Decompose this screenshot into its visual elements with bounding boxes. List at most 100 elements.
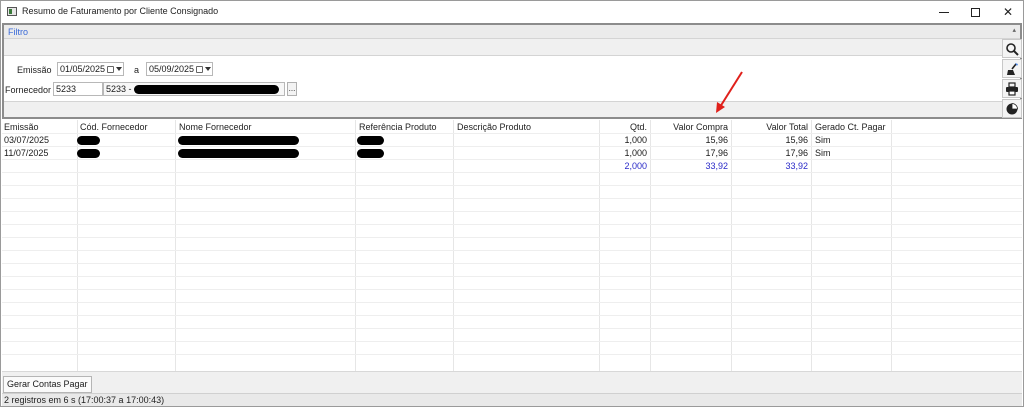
table-cell-gerado[interactable]: Sim (815, 135, 831, 145)
total-valor-compra: 33,92 (705, 161, 728, 171)
search-icon (1006, 42, 1019, 56)
fornecedor-code-value: 5233 (56, 84, 77, 94)
column-header-emissao[interactable]: Emissão (4, 122, 39, 132)
redacted-cod-fornecedor (77, 136, 100, 145)
fornecedor-name-field: 5233 - (103, 82, 285, 96)
app-window: Resumo de Faturamento por Cliente Consig… (0, 0, 1024, 407)
date-to-field[interactable]: 05/09/2025 (146, 62, 213, 76)
column-header-valor-total[interactable]: Valor Total (732, 122, 808, 132)
column-divider (77, 120, 78, 371)
filter-footer (4, 101, 1020, 117)
side-toolbar (1002, 39, 1022, 121)
redacted-nome-fornecedor (178, 136, 299, 145)
row-divider (2, 211, 1022, 212)
row-divider (2, 263, 1022, 264)
results-grid: Emissão Cód. Fornecedor Nome Fornecedor … (2, 120, 1022, 371)
table-cell-valor-compra[interactable]: 15,96 (651, 135, 728, 145)
action-bar: Gerar Contas Pagar (2, 371, 1022, 393)
row-divider (2, 302, 1022, 303)
fornecedor-label: Fornecedor (5, 85, 52, 95)
date-to-value: 05/09/2025 (149, 64, 195, 74)
redacted-cod-fornecedor (77, 149, 100, 158)
close-button[interactable]: ✕ (991, 1, 1024, 23)
filter-header[interactable]: Filtro ▴ (4, 25, 1020, 39)
row-divider (2, 276, 1022, 277)
row-divider (2, 237, 1022, 238)
gerar-contas-pagar-button[interactable]: Gerar Contas Pagar (3, 376, 92, 393)
row-divider (2, 224, 1022, 225)
column-header-qtd[interactable]: Qtd. (600, 122, 647, 132)
chevron-down-icon[interactable] (116, 67, 122, 71)
column-header-gerado-ct-pagar[interactable]: Gerado Ct. Pagar (815, 122, 886, 132)
filter-strip (4, 39, 1020, 56)
fornecedor-lookup-button[interactable]: ... (287, 82, 297, 96)
minimize-icon (939, 11, 949, 13)
column-header-cod-fornecedor[interactable]: Cód. Fornecedor (80, 122, 148, 132)
row-divider (2, 315, 1022, 316)
column-header-valor-compra[interactable]: Valor Compra (651, 122, 728, 132)
table-cell-valor-total[interactable]: 17,96 (732, 148, 808, 158)
row-divider (2, 341, 1022, 342)
table-cell-qtd[interactable]: 1,000 (600, 148, 647, 158)
column-divider (453, 120, 454, 371)
date-separator: a (134, 65, 140, 75)
table-cell-valor-total[interactable]: 15,96 (732, 135, 808, 145)
maximize-button[interactable] (958, 1, 992, 23)
emissao-label: Emissão (17, 65, 52, 75)
row-divider (2, 289, 1022, 290)
window-title: Resumo de Faturamento por Cliente Consig… (22, 6, 219, 16)
print-button[interactable] (1002, 79, 1022, 98)
row-divider (2, 159, 1022, 160)
column-header-nome-fornecedor[interactable]: Nome Fornecedor (179, 122, 252, 132)
total-qtd: 2,000 (624, 161, 647, 171)
app-icon (7, 7, 17, 16)
redacted-referencia-produto (357, 136, 384, 145)
date-from-field[interactable]: 01/05/2025 (57, 62, 124, 76)
redacted-nome-fornecedor (178, 149, 299, 158)
row-divider (2, 133, 1022, 134)
column-divider (811, 120, 812, 371)
chevron-down-icon[interactable] (205, 67, 211, 71)
row-divider (2, 146, 1022, 147)
annotation-arrow-icon (716, 71, 743, 113)
row-divider (2, 354, 1022, 355)
clear-filter-button[interactable] (1002, 59, 1022, 78)
row-divider (2, 198, 1022, 199)
row-divider (2, 172, 1022, 173)
column-header-descricao-produto[interactable]: Descrição Produto (457, 122, 531, 132)
pie-chart-icon (1006, 102, 1018, 114)
calendar-icon[interactable] (107, 66, 114, 73)
filter-header-label: Filtro (8, 27, 28, 37)
redacted-fornecedor-name (134, 85, 279, 94)
clear-filter-icon (1007, 62, 1018, 75)
column-divider (175, 120, 176, 371)
row-divider (2, 250, 1022, 251)
table-cell-qtd[interactable]: 1,000 (600, 135, 647, 145)
minimize-button[interactable] (927, 1, 961, 23)
search-button[interactable] (1002, 39, 1022, 58)
calendar-icon[interactable] (196, 66, 203, 73)
row-divider (2, 328, 1022, 329)
status-text: 2 registros em 6 s (17:00:37 a 17:00:43) (4, 395, 165, 405)
close-icon: ✕ (1002, 5, 1014, 19)
row-divider (2, 185, 1022, 186)
column-divider (891, 120, 892, 371)
collapse-icon[interactable]: ▴ (1012, 26, 1016, 34)
column-divider (355, 120, 356, 371)
chart-button[interactable] (1002, 99, 1022, 118)
print-icon (1006, 81, 1018, 96)
redacted-referencia-produto (357, 149, 384, 158)
column-header-referencia-produto[interactable]: Referência Produto (359, 122, 437, 132)
maximize-icon (970, 7, 980, 17)
fornecedor-code-field[interactable]: 5233 (53, 82, 103, 96)
table-cell-valor-compra[interactable]: 17,96 (651, 148, 728, 158)
total-valor-total: 33,92 (785, 161, 808, 171)
table-cell-emissao[interactable]: 11/07/2025 (4, 148, 48, 158)
table-cell-emissao[interactable]: 03/07/2025 (4, 135, 49, 145)
date-from-value: 01/05/2025 (60, 64, 106, 74)
table-cell-gerado[interactable]: Sim (815, 148, 831, 158)
filter-panel: Filtro ▴ Emissão 01/05/2025 a 05/09/2025… (2, 23, 1022, 119)
title-bar: Resumo de Faturamento por Cliente Consig… (1, 1, 1023, 23)
fornecedor-name-prefix: 5233 - (106, 84, 132, 94)
status-bar: 2 registros em 6 s (17:00:37 a 17:00:43) (2, 393, 1022, 406)
